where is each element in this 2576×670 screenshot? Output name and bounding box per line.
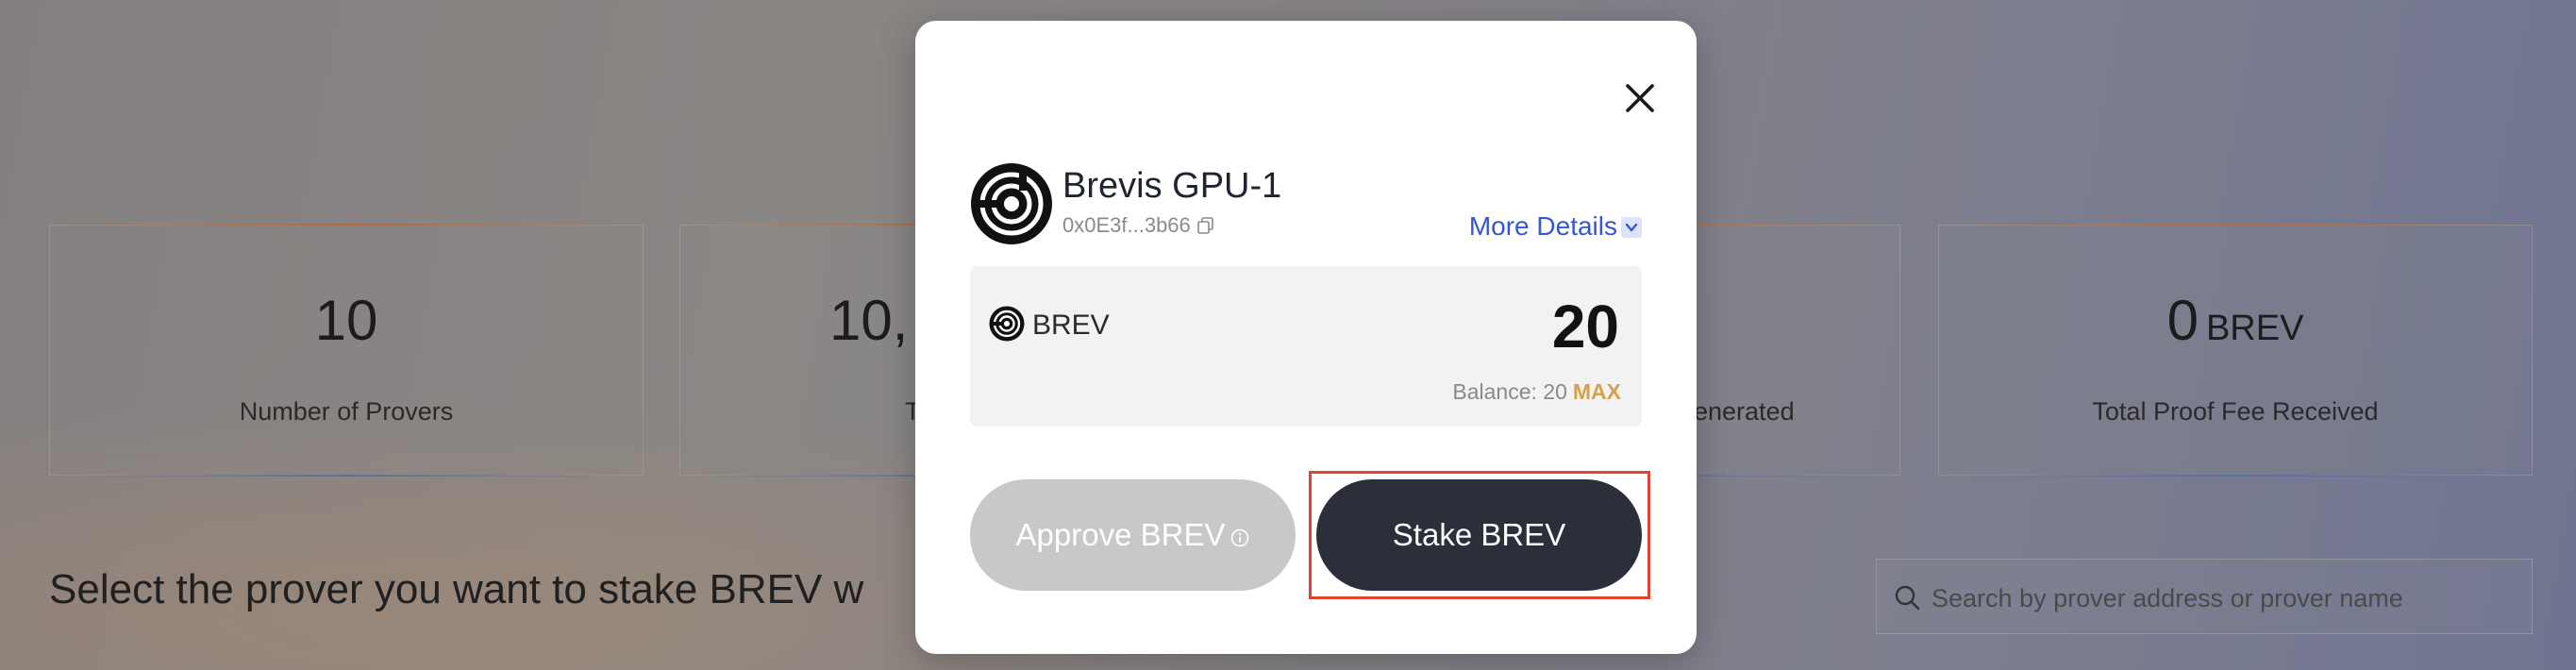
stake-amount-panel: BREV Balance: 20MAX xyxy=(970,266,1642,427)
section-heading: Select the prover you want to stake BREV… xyxy=(49,566,864,612)
stat-value: 0 BREV xyxy=(2166,289,2304,352)
approve-label: Approve BREV xyxy=(1015,517,1226,552)
stat-card-provers: 10 Number of Provers xyxy=(49,224,644,477)
highlight-box xyxy=(1309,471,1650,599)
brev-token-icon xyxy=(989,306,1025,342)
info-icon xyxy=(1231,528,1249,547)
stat-label: Number of Provers xyxy=(239,397,454,426)
more-details-link[interactable]: More Details xyxy=(1469,211,1642,242)
search-input[interactable] xyxy=(1930,571,2518,626)
more-details-label: More Details xyxy=(1468,211,1617,241)
balance-row: Balance: 20 MAX xyxy=(1452,379,1621,405)
prover-name: Brevis GPU-1 xyxy=(1062,166,1282,206)
search-icon xyxy=(1895,585,1920,611)
stat-unit: BREV xyxy=(2205,309,2304,348)
prover-address: 0x0E3f...3b66 xyxy=(1062,213,1215,238)
prover-address-text: 0x0E3f...3b66 xyxy=(1062,213,1191,237)
close-icon[interactable] xyxy=(1610,68,1670,128)
chevron-down-icon xyxy=(1621,217,1642,238)
stat-label: Total Proof Fee Received xyxy=(2092,397,2379,426)
stake-modal: Brevis GPU-1 0x0E3f...3b66 More Details … xyxy=(915,21,1697,654)
approve-button[interactable]: Approve BREV xyxy=(970,479,1296,591)
search-box[interactable] xyxy=(1876,559,2533,634)
prover-avatar xyxy=(971,163,1052,244)
copy-icon[interactable] xyxy=(1196,216,1215,235)
stat-card-proof-fee: 0 BREV Total Proof Fee Received xyxy=(1938,224,2533,477)
stat-value: 10 xyxy=(314,289,378,352)
token-symbol: BREV xyxy=(1032,310,1110,341)
max-button[interactable]: MAX xyxy=(1573,379,1621,404)
stake-amount-input[interactable] xyxy=(1334,291,1621,362)
balance-label: Balance: 20 xyxy=(1452,379,1567,404)
